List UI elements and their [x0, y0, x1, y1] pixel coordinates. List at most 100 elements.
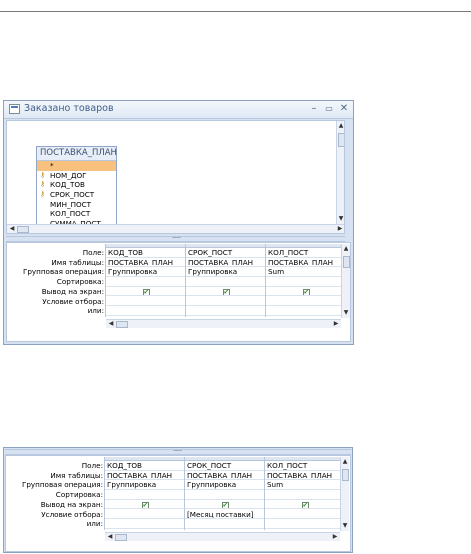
- field-name: СРОК_ПОСТ: [50, 190, 95, 200]
- scroll-thumb[interactable]: [116, 320, 128, 328]
- show-checkbox[interactable]: ✔: [142, 289, 150, 296]
- table-field-item[interactable]: ⚷ КОД_ТОВ: [37, 180, 116, 190]
- scroll-right-icon[interactable]: ▶: [332, 320, 340, 328]
- scroll-up-icon[interactable]: ▲: [341, 458, 349, 466]
- grid-cell-or[interactable]: [186, 307, 266, 316]
- grid-cell-criteria[interactable]: [266, 298, 346, 307]
- grid-row-label: Групповая операция:: [21, 480, 103, 490]
- grid-horizontal-scrollbar[interactable]: ◀ ▶: [105, 531, 340, 541]
- grid-cell-sort[interactable]: [106, 278, 186, 287]
- grid-cell-sort[interactable]: [186, 278, 266, 287]
- grid-cell-group[interactable]: Группировка: [106, 268, 186, 278]
- field-name: КОЛ_ПОСТ: [50, 209, 91, 219]
- show-checkbox-cell[interactable]: ✔: [266, 288, 346, 297]
- scroll-down-icon[interactable]: ▼: [337, 215, 344, 223]
- scroll-thumb[interactable]: [115, 533, 127, 541]
- show-checkbox-cell[interactable]: ✔: [105, 501, 185, 510]
- show-checkbox-cell[interactable]: ✔: [185, 501, 265, 510]
- show-checkbox[interactable]: ✔: [302, 289, 310, 296]
- grid-cell-group[interactable]: Группировка: [105, 481, 185, 491]
- scroll-left-icon[interactable]: ◀: [106, 533, 114, 541]
- grid-cell-group[interactable]: Группировка: [185, 481, 265, 491]
- show-checkbox[interactable]: ✔: [222, 289, 230, 296]
- grid-column-divider: [105, 244, 106, 317]
- grid-cell-table[interactable]: ПОСТАВКА_ПЛАН: [106, 259, 186, 268]
- grid-cell-criteria[interactable]: [106, 298, 186, 307]
- grid-cell-sort[interactable]: [185, 491, 265, 500]
- grid-vertical-scrollbar[interactable]: ▲ ▼: [340, 457, 349, 531]
- column-selector[interactable]: [266, 244, 345, 248]
- design-horizontal-scrollbar[interactable]: ◀ ▶: [7, 224, 344, 233]
- grid-cell-criteria[interactable]: [Месяц поставки]: [185, 511, 265, 520]
- grid-cell-sort[interactable]: [265, 491, 345, 500]
- grid-cell-or[interactable]: [106, 307, 186, 316]
- grid-cell-field[interactable]: КОЛ_ПОСТ: [266, 249, 346, 258]
- scroll-right-icon[interactable]: ▶: [331, 533, 339, 541]
- show-checkbox[interactable]: ✔: [141, 502, 149, 509]
- grid-cell-or[interactable]: [105, 520, 185, 529]
- grid-cell-table[interactable]: ПОСТАВКА_ПЛАН: [266, 259, 346, 268]
- column-selector[interactable]: [106, 244, 185, 248]
- maximize-icon[interactable]: ▭: [322, 102, 336, 116]
- column-selector[interactable]: [186, 244, 265, 248]
- close-icon[interactable]: ✕: [337, 102, 351, 116]
- grid-cell-field[interactable]: КОД_ТОВ: [105, 462, 185, 471]
- field-name: НОМ_ДОГ: [50, 170, 87, 180]
- grid-column-divider: [185, 244, 186, 317]
- scroll-left-icon[interactable]: ◀: [107, 320, 115, 328]
- scroll-left-icon[interactable]: ◀: [8, 225, 16, 233]
- grid-row-label: Условие отбора:: [41, 509, 103, 519]
- show-checkbox-cell[interactable]: ✔: [186, 288, 266, 297]
- grid-cell-table[interactable]: ПОСТАВКА_ПЛАН: [105, 472, 185, 481]
- table-field-item[interactable]: ⚷ СРОК_ПОСТ: [37, 190, 116, 200]
- grid-cell-or[interactable]: [266, 307, 346, 316]
- window-titlebar[interactable]: Заказано товаров – ▭ ✕: [4, 101, 353, 119]
- grid-cell-or[interactable]: [185, 520, 265, 529]
- scroll-up-icon[interactable]: ▲: [337, 122, 344, 130]
- table-design-area: ПОСТАВКА_ПЛАН * ⚷ НОМ_ДОГ ⚷ КОД_ТОВ ⚷ СРОК_ПОС…: [6, 120, 345, 234]
- scroll-right-icon[interactable]: ▶: [336, 225, 344, 233]
- grid-cell-or[interactable]: [265, 520, 345, 529]
- grid-cell-table[interactable]: ПОСТАВКА_ПЛАН: [265, 472, 345, 481]
- table-field-item[interactable]: *: [37, 161, 116, 171]
- grid-cell-criteria[interactable]: [265, 511, 345, 520]
- column-selector[interactable]: [265, 457, 344, 461]
- scroll-thumb[interactable]: [342, 469, 349, 481]
- scroll-up-icon[interactable]: ▲: [342, 245, 350, 253]
- grid-cell-table[interactable]: ПОСТАВКА_ПЛАН: [185, 472, 265, 481]
- design-vertical-scrollbar[interactable]: ▲ ▼: [336, 121, 344, 224]
- scroll-thumb[interactable]: [343, 256, 350, 268]
- scroll-thumb[interactable]: [338, 133, 344, 147]
- grid-cell-group[interactable]: Sum: [266, 268, 346, 278]
- table-field-item[interactable]: МИН_ПОСТ: [37, 200, 116, 210]
- grid-cell-field[interactable]: СРОК_ПОСТ: [186, 249, 266, 258]
- grid-cell-sort[interactable]: [105, 491, 185, 500]
- show-checkbox[interactable]: ✔: [221, 502, 229, 509]
- grid-cell-field[interactable]: КОД_ТОВ: [106, 249, 186, 258]
- scroll-down-icon[interactable]: ▼: [341, 522, 349, 530]
- grid-cell-field[interactable]: СРОК_ПОСТ: [185, 462, 265, 471]
- table-box-title[interactable]: ПОСТАВКА_ПЛАН: [37, 147, 117, 161]
- query-icon: [9, 104, 20, 114]
- table-field-item[interactable]: КОЛ_ПОСТ: [37, 209, 116, 219]
- scroll-thumb[interactable]: [17, 226, 29, 233]
- show-checkbox-cell[interactable]: ✔: [106, 288, 186, 297]
- grid-cell-criteria[interactable]: [105, 511, 185, 520]
- show-checkbox-cell[interactable]: ✔: [265, 501, 345, 510]
- table-box-postavka-plan[interactable]: ПОСТАВКА_ПЛАН * ⚷ НОМ_ДОГ ⚷ КОД_ТОВ ⚷ СРОК_ПОС…: [36, 146, 117, 233]
- grid-cell-table[interactable]: ПОСТАВКА_ПЛАН: [186, 259, 266, 268]
- grid-column-divider: [104, 457, 105, 530]
- grid-cell-group[interactable]: Sum: [265, 481, 345, 491]
- grid-cell-criteria[interactable]: [186, 298, 266, 307]
- table-field-item[interactable]: ⚷ НОМ_ДОГ: [37, 171, 116, 181]
- column-selector[interactable]: [105, 457, 184, 461]
- grid-horizontal-scrollbar[interactable]: ◀ ▶: [106, 318, 341, 328]
- grid-cell-group[interactable]: Группировка: [186, 268, 266, 278]
- grid-cell-sort[interactable]: [266, 278, 346, 287]
- show-checkbox[interactable]: ✔: [301, 502, 309, 509]
- column-selector[interactable]: [185, 457, 264, 461]
- minimize-icon[interactable]: –: [307, 102, 321, 116]
- grid-vertical-scrollbar[interactable]: ▲ ▼: [341, 244, 350, 318]
- grid-cell-field[interactable]: КОЛ_ПОСТ: [265, 462, 345, 471]
- scroll-down-icon[interactable]: ▼: [342, 309, 350, 317]
